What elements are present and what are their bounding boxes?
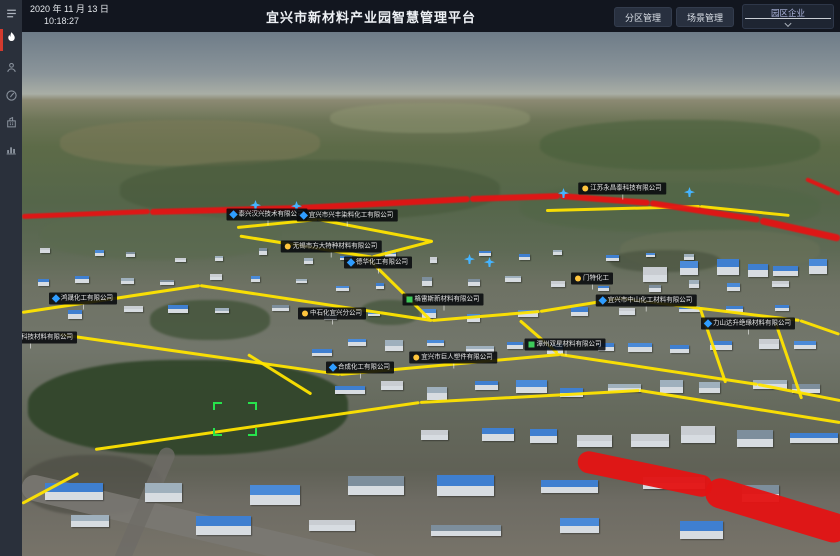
company-marker-icon xyxy=(300,211,308,219)
company-label[interactable]: 潭州双星材料有限公司 xyxy=(525,339,606,351)
company-label-text: 门特化工 xyxy=(583,275,609,282)
company-marker-icon xyxy=(582,185,588,191)
company-label-text: 宜兴市兴丰染料化工有限公司 xyxy=(309,212,394,219)
company-marker-icon xyxy=(329,363,337,371)
park-enterprise-dropdown[interactable]: 园区企业 xyxy=(742,4,834,29)
company-label-text: 无锡市方大特种材料有限公司 xyxy=(293,243,378,250)
aircraft-marker[interactable] xyxy=(558,188,569,198)
bar-chart-icon xyxy=(5,143,18,161)
company-label-text: 格雷斯新材料有限公司 xyxy=(415,296,480,303)
map-overlay: 泰兴汉兴技术有限公司宜兴市兴丰染料化工有限公司无锡市方大特种材料有限公司德华化工… xyxy=(22,32,840,556)
company-marker-icon xyxy=(529,341,535,347)
company-marker-icon xyxy=(704,319,712,327)
company-label-text: 江苏永昌泰科技有限公司 xyxy=(590,185,662,192)
sidebar-item-statistics[interactable] xyxy=(0,140,22,164)
company-marker-icon xyxy=(285,243,291,249)
zone-management-button[interactable]: 分区管理 xyxy=(614,7,672,27)
sidebar-item-gauge[interactable] xyxy=(0,86,22,110)
company-label[interactable]: 江苏永昌泰科技有限公司 xyxy=(578,183,666,195)
company-label-text: 鸿晟化工有限公司 xyxy=(61,295,113,302)
aircraft-marker[interactable] xyxy=(484,257,495,267)
selection-corner xyxy=(213,402,222,410)
company-label-text: 中石化宜兴分公司 xyxy=(310,310,362,317)
selection-corner xyxy=(248,402,257,410)
company-marker-icon xyxy=(407,296,413,302)
selection-corner xyxy=(213,428,222,436)
sidebar-item-enterprise[interactable] xyxy=(0,113,22,137)
company-marker-icon xyxy=(229,210,237,218)
sidebar-item-fire-monitor[interactable] xyxy=(0,28,22,52)
company-label-text: 宜兴市巨人塑件有限公司 xyxy=(421,354,493,361)
company-label[interactable]: 门特化工 xyxy=(571,273,613,285)
company-label[interactable]: 力山达升绝缘材料有限公司 xyxy=(701,318,795,330)
scene-management-button[interactable]: 场景管理 xyxy=(676,7,734,27)
user-icon xyxy=(5,61,18,79)
top-bar: 2020 年 11 月 13 日 10:18:27 宜兴市新材料产业园智慧管理平… xyxy=(22,0,840,32)
company-label[interactable]: 宜兴市兴丰染料化工有限公司 xyxy=(297,210,398,222)
dropdown-divider xyxy=(745,18,831,19)
aircraft-marker[interactable] xyxy=(464,254,475,264)
company-label[interactable]: 鸿晟化工有限公司 xyxy=(49,293,117,305)
gauge-icon xyxy=(5,89,18,107)
company-marker-icon xyxy=(347,258,355,266)
company-marker-icon xyxy=(302,310,308,316)
company-label[interactable]: 无锡市方大特种材料有限公司 xyxy=(281,241,382,253)
smart-park-platform: 2020 年 11 月 13 日 10:18:27 宜兴市新材料产业园智慧管理平… xyxy=(0,0,840,556)
company-marker-icon xyxy=(52,294,60,302)
company-marker-icon xyxy=(575,275,581,281)
aircraft-marker[interactable] xyxy=(684,187,695,197)
company-label-text: 宜兴市中山化工材料有限公司 xyxy=(608,297,693,304)
company-label[interactable]: 格雷斯新材料有限公司 xyxy=(403,294,484,306)
sidebar xyxy=(0,0,22,556)
company-label[interactable]: 宜兴市巨人塑件有限公司 xyxy=(409,352,497,364)
chevron-down-icon xyxy=(784,20,791,27)
company-label[interactable]: 宜兴市中山化工材料有限公司 xyxy=(596,295,697,307)
company-label[interactable]: 泰兴汉兴技术有限公司 xyxy=(227,209,308,221)
company-label-text: 潭州双星材料有限公司 xyxy=(537,341,602,348)
building-icon xyxy=(5,116,18,134)
fire-icon xyxy=(5,31,18,49)
company-label-text: 德华化工有限公司 xyxy=(356,259,408,266)
menu-icon xyxy=(5,7,18,25)
company-label-text: 合成化工有限公司 xyxy=(338,364,390,371)
company-label[interactable]: 德华化工有限公司 xyxy=(344,257,412,269)
sidebar-item-personnel[interactable] xyxy=(0,58,22,82)
company-marker-icon xyxy=(599,296,607,304)
selection-target-box xyxy=(213,402,257,436)
company-label-text: 泰兴汉兴技术有限公司 xyxy=(239,211,304,218)
company-label[interactable]: 合成化工有限公司 xyxy=(326,362,394,374)
company-label-text: 力山达升绝缘材料有限公司 xyxy=(713,320,791,327)
sidebar-item-menu[interactable] xyxy=(0,4,22,28)
company-marker-icon xyxy=(413,354,419,360)
selection-corner xyxy=(248,428,257,436)
company-label[interactable]: 中石化宜兴分公司 xyxy=(298,308,366,320)
